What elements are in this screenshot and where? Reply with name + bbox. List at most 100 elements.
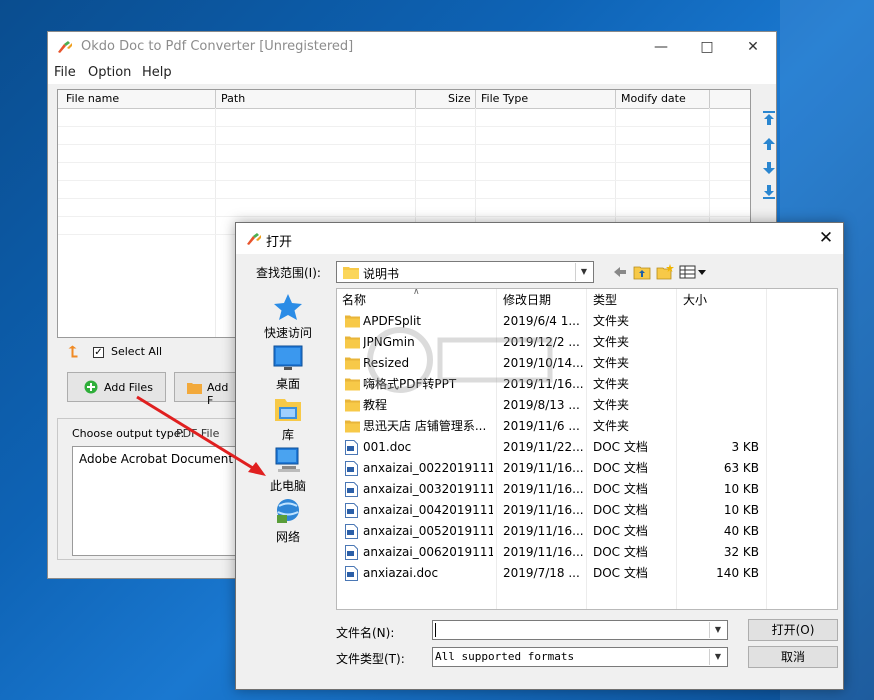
add-folder-label: Add F — [207, 381, 229, 407]
output-list-item[interactable]: Adobe Acrobat Document (*. — [79, 452, 251, 466]
minimize-button[interactable]: — — [638, 32, 684, 62]
place-this-pc[interactable]: 此电脑 — [252, 446, 324, 494]
file-row[interactable]: anxaizai_0042019111... 2019/11/16... DOC 文… — [337, 500, 837, 521]
menu-help[interactable]: Help — [142, 65, 172, 80]
add-icon — [84, 380, 98, 394]
folder-icon — [343, 267, 359, 279]
add-files-button[interactable]: Add Files — [67, 372, 166, 402]
col-modify-date[interactable]: Modify date — [621, 92, 686, 105]
file-name-input[interactable]: ▼ — [432, 620, 728, 640]
doc-file-icon — [345, 440, 358, 455]
folder-icon — [345, 315, 360, 328]
place-desktop[interactable]: 桌面 — [252, 344, 324, 392]
up-folder-icon[interactable] — [633, 264, 651, 280]
sort-asc-icon: ∧ — [413, 288, 420, 297]
move-top-icon[interactable] — [761, 110, 777, 126]
folder-icon — [345, 420, 360, 433]
place-label: 网络 — [275, 530, 300, 544]
dialog-close-button[interactable]: ✕ — [815, 227, 837, 249]
add-files-label: Add Files — [104, 381, 153, 394]
doc-file-icon — [345, 503, 358, 518]
doc-file-icon — [345, 482, 358, 497]
menu-option[interactable]: Option — [88, 65, 131, 80]
move-down-icon[interactable] — [761, 160, 777, 176]
file-row[interactable]: 思迅天店 店铺管理系... 2019/11/6 ... 文件夹 — [337, 416, 837, 437]
cancel-button[interactable]: 取消 — [748, 646, 838, 668]
folder-icon — [345, 336, 360, 349]
file-size: 63 KB — [723, 461, 759, 475]
move-up-icon[interactable] — [761, 136, 777, 152]
library-icon — [275, 399, 301, 421]
col-file-type[interactable]: File Type — [481, 92, 528, 105]
file-size: 10 KB — [723, 503, 759, 517]
place-quick-access[interactable]: 快速访问 — [252, 293, 324, 341]
file-type: DOC 文档 — [593, 545, 648, 559]
col-name-header[interactable]: 名称 — [342, 289, 366, 311]
file-row[interactable]: anxaizai_0052019111... 2019/11/16... DOC 文… — [337, 521, 837, 542]
file-name: anxaizai_0052019111... — [363, 524, 493, 538]
file-row[interactable]: 001.doc 2019/11/22... DOC 文档 3 KB — [337, 437, 837, 458]
look-in-select[interactable]: 说明书 ▼ — [336, 261, 594, 283]
file-row[interactable]: anxiazai.doc 2019/7/18 ... DOC 文档 140 KB — [337, 563, 837, 584]
file-date: 2019/7/18 ... — [503, 566, 580, 580]
output-type-list[interactable]: Adobe Acrobat Document (*. — [72, 446, 252, 556]
computer-icon — [275, 447, 300, 472]
file-name: 001.doc — [363, 440, 412, 454]
view-menu-icon[interactable] — [679, 264, 707, 280]
file-type: 文件夹 — [593, 419, 630, 433]
text-cursor — [435, 623, 436, 637]
main-window-title: Okdo Doc to Pdf Converter [Unregistered] — [81, 39, 354, 54]
output-type-label: Choose output type: — [72, 427, 185, 440]
file-row[interactable]: anxaizai_0032019111... 2019/11/16... DOC 文… — [337, 479, 837, 500]
file-type: DOC 文档 — [593, 524, 648, 538]
col-size[interactable]: Size — [448, 92, 471, 105]
col-type-header[interactable]: 类型 — [593, 289, 617, 311]
file-type: DOC 文档 — [593, 566, 648, 580]
file-name: anxaizai_0062019111... — [363, 545, 493, 559]
close-button[interactable]: ✕ — [730, 32, 776, 62]
place-label: 库 — [281, 428, 294, 442]
doc-file-icon — [345, 461, 358, 476]
maximize-button[interactable]: □ — [684, 32, 730, 62]
chevron-down-icon[interactable]: ▼ — [709, 649, 726, 665]
menu-bar: File Option Help — [48, 62, 776, 84]
file-list-header: File name Path Size File Type Modify dat… — [58, 90, 750, 109]
file-type: 文件夹 — [593, 335, 630, 349]
output-type-group: Choose output type: PDF File Adobe Acrob… — [57, 418, 257, 560]
col-size-header[interactable]: 大小 — [683, 289, 707, 311]
place-label: 快速访问 — [263, 326, 312, 340]
look-in-value: 说明书 — [363, 267, 400, 281]
add-folder-button[interactable]: Add F — [174, 372, 236, 407]
file-name: 思迅天店 店铺管理系... — [363, 419, 487, 433]
chevron-down-icon[interactable]: ▼ — [575, 263, 592, 281]
file-size: 40 KB — [723, 524, 759, 538]
up-folder-icon[interactable] — [65, 345, 80, 359]
new-folder-icon[interactable] — [656, 264, 674, 280]
file-name: anxiazai.doc — [363, 566, 439, 580]
network-icon — [277, 499, 299, 523]
file-date: 2019/11/22... — [503, 440, 583, 454]
file-row[interactable]: anxaizai_0022019111... 2019/11/16... DOC 文… — [337, 458, 837, 479]
file-name: anxaizai_0042019111... — [363, 503, 493, 517]
select-all-checkbox[interactable]: ✓ — [93, 347, 104, 358]
folder-icon — [345, 399, 360, 412]
col-path[interactable]: Path — [221, 92, 245, 105]
chevron-down-icon[interactable]: ▼ — [709, 622, 726, 638]
file-name-label: 文件名(N): — [336, 626, 395, 640]
col-file-name[interactable]: File name — [66, 92, 119, 105]
file-date: 2019/11/16... — [503, 503, 583, 517]
dialog-app-icon — [247, 233, 261, 245]
menu-file[interactable]: File — [54, 65, 76, 80]
place-network[interactable]: 网络 — [252, 497, 324, 545]
back-arrow-icon[interactable] — [611, 264, 629, 280]
file-row[interactable]: anxaizai_0062019111... 2019/11/16... DOC 文… — [337, 542, 837, 563]
col-date-header[interactable]: 修改日期 — [503, 289, 551, 311]
output-type-value: PDF File — [176, 427, 220, 440]
file-type-select[interactable]: All supported formats ▼ — [432, 647, 728, 667]
file-type: DOC 文档 — [593, 482, 648, 496]
open-button[interactable]: 打开(O) — [748, 619, 838, 641]
move-bottom-icon[interactable] — [761, 184, 777, 200]
select-all-label: Select All — [111, 345, 163, 358]
file-type-label: 文件类型(T): — [336, 652, 405, 666]
place-libraries[interactable]: 库 — [252, 395, 324, 443]
